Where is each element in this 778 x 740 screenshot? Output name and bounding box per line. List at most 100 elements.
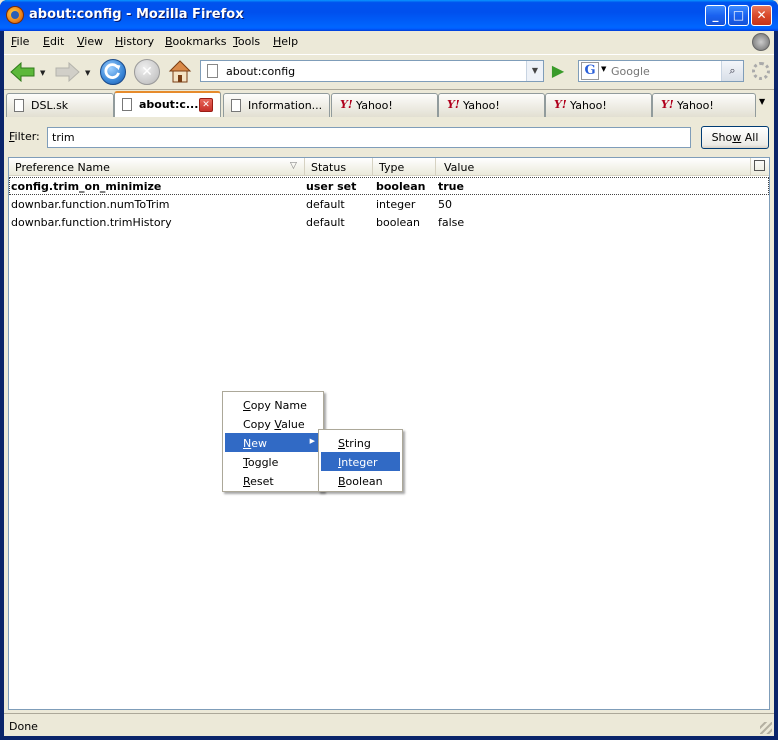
tab-yahoo[interactable]: Y! Yahoo! (331, 93, 438, 117)
tab-label: Yahoo! (463, 99, 500, 112)
column-header-preference-name[interactable]: Preference Name (9, 158, 305, 176)
cell-name: downbar.function.trimHistory (11, 216, 172, 229)
new-submenu: String Integer Boolean (318, 429, 403, 492)
menu-file[interactable]: File (11, 35, 29, 48)
home-icon (168, 60, 192, 83)
cell-value: true (438, 180, 464, 193)
stop-icon: ✕ (141, 64, 153, 80)
search-magnifier-icon[interactable]: ⌕ (721, 61, 743, 81)
column-header-status[interactable]: Status (305, 158, 373, 176)
resize-grip-icon[interactable] (760, 722, 772, 734)
menu-item-copy-name[interactable]: Copy Name (225, 395, 321, 414)
close-tab-icon[interactable]: ✕ (199, 98, 213, 112)
menu-bar: File Edit View History Bookmarks Tools H… (4, 31, 774, 53)
reload-icon (104, 63, 121, 79)
tab-label: Yahoo! (570, 99, 607, 112)
page-icon (122, 98, 132, 111)
page-icon (231, 99, 241, 112)
reload-button[interactable] (100, 59, 126, 85)
cell-type: boolean (376, 180, 426, 193)
home-button[interactable] (168, 58, 192, 84)
cell-name: config.trim_on_minimize (11, 180, 162, 193)
status-bar: Done (4, 713, 774, 736)
google-engine-icon[interactable]: G (581, 62, 599, 80)
yahoo-icon: Y! (661, 98, 674, 111)
loading-spinner-icon (752, 62, 770, 80)
show-all-button[interactable]: Show All (701, 126, 769, 149)
menu-view[interactable]: View (77, 35, 103, 48)
cell-value: false (438, 216, 465, 229)
browser-window: about:config - Mozilla Firefox _ □ ✕ Fil… (0, 0, 778, 740)
context-menu: Copy Name Copy Value New ▶ Toggle Reset (222, 391, 324, 492)
all-tabs-dropdown-icon[interactable]: ▼ (759, 97, 765, 106)
column-picker-icon[interactable] (754, 160, 765, 171)
cell-status: default (306, 216, 345, 229)
tab-information[interactable]: Information... (223, 93, 330, 117)
go-arrow-icon: ▶ (551, 61, 565, 80)
minimize-button[interactable]: _ (705, 5, 726, 26)
table-row[interactable]: downbar.function.numToTrim default integ… (9, 195, 769, 213)
tab-label: Yahoo! (677, 99, 714, 112)
close-window-button[interactable]: ✕ (751, 5, 772, 26)
search-bar: G ▼ ⌕ (578, 60, 744, 82)
filter-input[interactable] (47, 127, 691, 148)
go-button[interactable]: ▶ (547, 60, 569, 82)
page-icon (14, 99, 24, 112)
back-history-dropdown-icon[interactable]: ▼ (40, 69, 45, 77)
engine-dropdown-icon[interactable]: ▼ (601, 65, 606, 73)
sort-indicator-icon: ▽ (290, 161, 297, 171)
menu-history[interactable]: History (115, 35, 154, 48)
cell-status: default (306, 198, 345, 211)
back-button[interactable] (10, 61, 36, 83)
title-bar[interactable]: about:config - Mozilla Firefox _ □ ✕ (0, 0, 778, 31)
filter-label: Filter: (9, 130, 40, 143)
menu-help[interactable]: Help (273, 35, 298, 48)
submenu-item-boolean[interactable]: Boolean (321, 471, 400, 490)
column-header-value[interactable]: Value (436, 158, 751, 176)
page-icon (207, 64, 218, 78)
url-bar[interactable]: about:config ▼ (200, 60, 544, 82)
tab-bar: DSL.sk about:c... ✕ Information... Y! Ya… (4, 89, 774, 117)
table-row[interactable]: downbar.function.trimHistory default boo… (9, 213, 769, 231)
url-history-dropdown-icon[interactable]: ▼ (526, 61, 543, 81)
stop-button[interactable]: ✕ (134, 59, 160, 85)
back-arrow-icon (10, 61, 35, 83)
cell-type: integer (376, 198, 416, 211)
table-row[interactable]: config.trim_on_minimize user set boolean… (9, 177, 769, 195)
forward-arrow-icon (55, 61, 80, 83)
activity-throbber-icon (752, 33, 770, 51)
tab-dsl[interactable]: DSL.sk (6, 93, 114, 117)
yahoo-icon: Y! (554, 98, 567, 111)
tab-about-config[interactable]: about:c... ✕ (114, 91, 221, 117)
status-text: Done (9, 720, 38, 733)
tab-label: Yahoo! (356, 99, 393, 112)
maximize-button[interactable]: □ (728, 5, 749, 26)
menu-tools[interactable]: Tools (233, 35, 260, 48)
filter-row: Filter: Show All (4, 118, 774, 152)
tab-yahoo[interactable]: Y! Yahoo! (438, 93, 545, 117)
menu-item-reset[interactable]: Reset (225, 471, 321, 490)
tab-label: DSL.sk (31, 99, 69, 112)
submenu-item-string[interactable]: String (321, 433, 400, 452)
table-header: Preference Name ▽ Status Type Value (9, 158, 769, 176)
yahoo-icon: Y! (340, 98, 353, 111)
menu-item-new[interactable]: New ▶ (225, 433, 321, 452)
menu-item-toggle[interactable]: Toggle (225, 452, 321, 471)
tab-label: about:c... (139, 98, 199, 111)
search-input[interactable] (611, 63, 715, 79)
client-area: File Edit View History Bookmarks Tools H… (4, 31, 774, 736)
submenu-item-integer[interactable]: Integer (321, 452, 400, 471)
menu-bookmarks[interactable]: Bookmarks (165, 35, 226, 48)
forward-history-dropdown-icon[interactable]: ▼ (85, 69, 90, 77)
submenu-arrow-icon: ▶ (309, 437, 315, 445)
menu-item-copy-value[interactable]: Copy Value (225, 414, 321, 433)
tab-yahoo[interactable]: Y! Yahoo! (545, 93, 652, 117)
firefox-logo-icon (6, 6, 24, 24)
menu-edit[interactable]: Edit (43, 35, 64, 48)
column-header-type[interactable]: Type (373, 158, 436, 176)
tab-yahoo[interactable]: Y! Yahoo! (652, 93, 756, 117)
forward-button[interactable] (54, 61, 80, 83)
cell-value: 50 (438, 198, 452, 211)
url-text[interactable]: about:config (226, 65, 295, 78)
cell-name: downbar.function.numToTrim (11, 198, 170, 211)
